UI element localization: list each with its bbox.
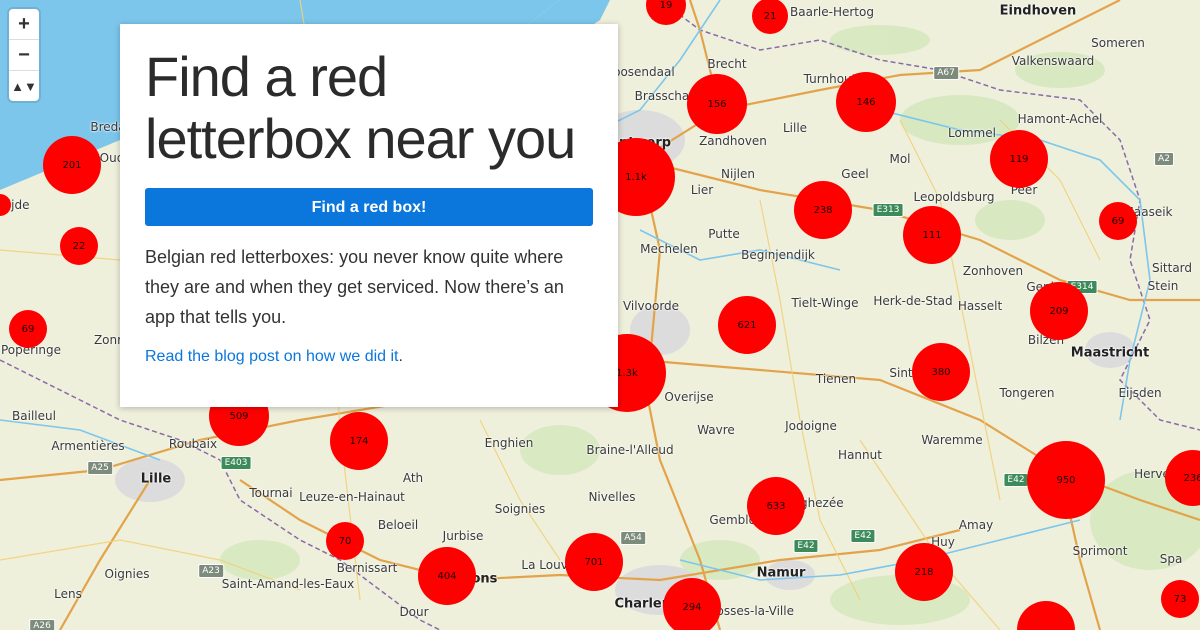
road-shield: A23 xyxy=(198,564,224,578)
road-shield: A26 xyxy=(29,619,55,630)
compass-north-button[interactable]: ▲▼ xyxy=(9,71,39,101)
letterbox-cluster[interactable]: 22 xyxy=(60,227,98,265)
road-shield: E403 xyxy=(220,456,252,470)
road-shield: E42 xyxy=(850,529,876,543)
description-text: Belgian red letterboxes: you never know … xyxy=(145,247,564,327)
letterbox-cluster[interactable]: 156 xyxy=(687,74,747,134)
blog-link-line: Read the blog post on how we did it. xyxy=(145,348,593,366)
letterbox-cluster[interactable]: 404 xyxy=(418,547,476,605)
letterbox-cluster[interactable]: 621 xyxy=(718,296,776,354)
title-line-2: letterbox near you xyxy=(145,107,576,170)
letterbox-cluster[interactable]: 69 xyxy=(1099,202,1137,240)
road-shield: E42 xyxy=(1003,473,1029,487)
blog-post-link[interactable]: Read the blog post on how we did it xyxy=(145,348,399,365)
intro-panel: Find a red letterbox near you Find a red… xyxy=(120,24,618,407)
letterbox-cluster[interactable]: 633 xyxy=(747,477,805,535)
letterbox-cluster[interactable]: 950 xyxy=(1027,441,1105,519)
road-shield: A25 xyxy=(87,461,113,475)
letterbox-cluster[interactable]: 146 xyxy=(836,72,896,132)
link-suffix: . xyxy=(398,348,403,365)
letterbox-cluster[interactable]: 701 xyxy=(565,533,623,591)
letterbox-cluster[interactable]: 111 xyxy=(903,206,961,264)
zoom-out-button[interactable]: − xyxy=(9,40,39,71)
road-shield: A2 xyxy=(1154,152,1174,166)
title-line-1: Find a red xyxy=(145,45,388,108)
letterbox-cluster[interactable]: 69 xyxy=(9,310,47,348)
letterbox-cluster[interactable]: 119 xyxy=(990,130,1048,188)
find-red-box-button[interactable]: Find a red box! xyxy=(145,188,593,226)
road-shield: A67 xyxy=(933,66,959,80)
letterbox-cluster[interactable]: 209 xyxy=(1030,282,1088,340)
letterbox-cluster[interactable]: 294 xyxy=(663,578,721,630)
letterbox-cluster[interactable]: 73 xyxy=(1161,580,1199,618)
letterbox-cluster[interactable]: 201 xyxy=(43,136,101,194)
letterbox-cluster[interactable]: 218 xyxy=(895,543,953,601)
zoom-in-button[interactable]: + xyxy=(9,9,39,40)
road-shield: A54 xyxy=(620,531,646,545)
letterbox-cluster[interactable]: 70 xyxy=(326,522,364,560)
letterbox-cluster[interactable]: 174 xyxy=(330,412,388,470)
letterbox-cluster[interactable]: 380 xyxy=(912,343,970,401)
zoom-control: + − ▲▼ xyxy=(9,9,39,101)
page-title: Find a red letterbox near you xyxy=(145,46,593,170)
letterbox-cluster[interactable]: 238 xyxy=(794,181,852,239)
road-shield: E42 xyxy=(793,539,819,553)
road-shield: E313 xyxy=(872,203,904,217)
